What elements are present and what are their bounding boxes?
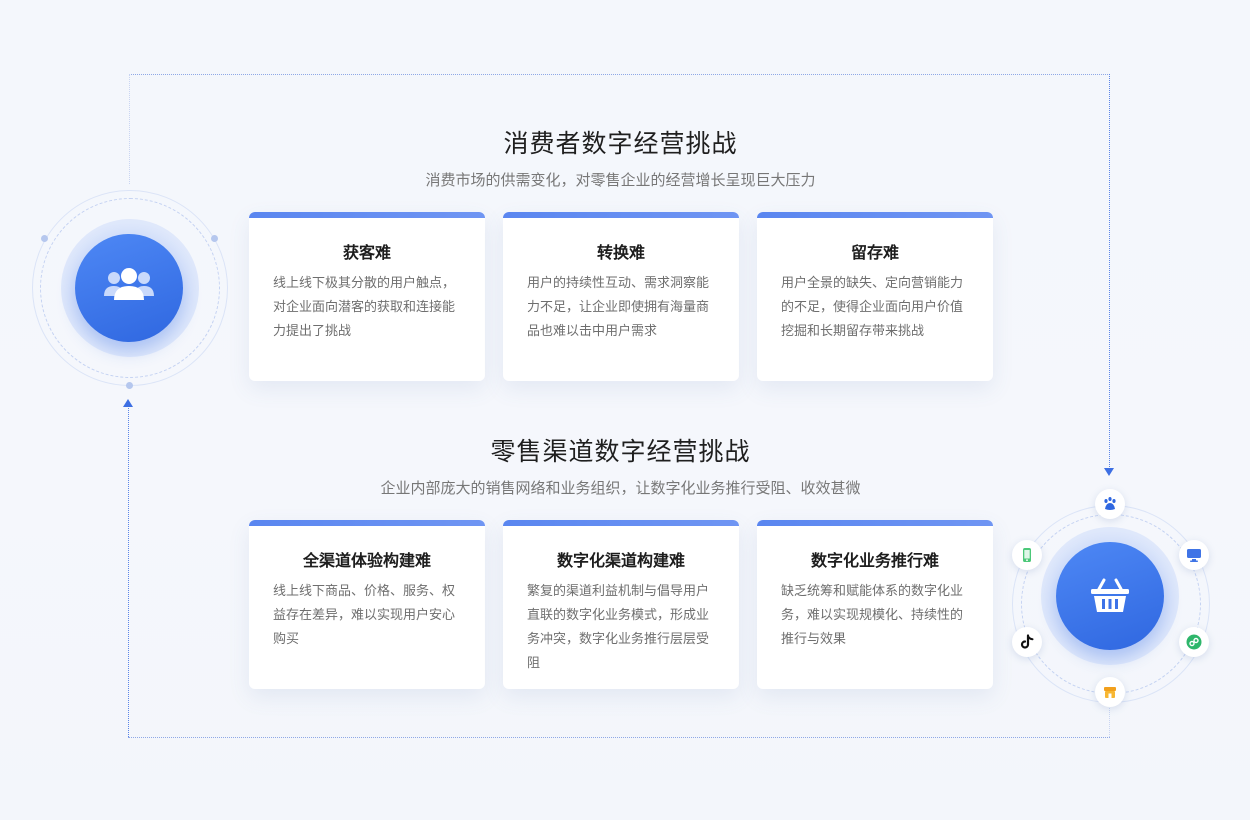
- ring-dot: [126, 382, 133, 389]
- satellite-phone: [1012, 540, 1042, 570]
- card-description: 线上线下商品、价格、服务、权益存在差异，难以实现用户安心购买: [273, 584, 456, 647]
- card-title: 转换难: [596, 243, 645, 262]
- store-icon: [1104, 687, 1116, 698]
- card-title: 留存难: [850, 243, 899, 262]
- card-description: 繁复的渠道利益机制与倡导用户直联的数字化业务模式，形成业务冲突，数字化业务推行层…: [527, 584, 710, 671]
- flow-line-bottom: [128, 737, 1110, 738]
- tiktok-icon: [1020, 634, 1034, 649]
- card-description: 线上线下极其分散的用户触点，对企业面向潜客的获取和连接能力提出了挑战: [273, 276, 456, 339]
- card-title: 全渠道体验构建难: [302, 551, 431, 570]
- hub-core: [1056, 542, 1164, 650]
- card-description: 用户的持续性互动、需求洞察能力不足，让企业即使拥有海量商品也难以击中用户需求: [527, 276, 710, 339]
- users-icon: [104, 268, 154, 300]
- challenge-card: 数字化渠道构建难 繁复的渠道利益机制与倡导用户直联的数字化业务模式，形成业务冲突…: [503, 520, 739, 689]
- challenge-card: 留存难 用户全景的缺失、定向营销能力的不足，使得企业面向用户价值挖掘和长期留存带…: [757, 212, 993, 381]
- section2-subtitle: 企业内部庞大的销售网络和业务组织，让数字化业务推行受阻、收效甚微: [380, 479, 861, 497]
- satellite-mini-program: [1179, 627, 1209, 657]
- satellite-baidu: [1095, 489, 1125, 519]
- card-description: 缺乏统筹和赋能体系的数字化业务，难以实现规模化、持续性的推行与效果: [781, 584, 964, 647]
- challenge-card: 获客难 线上线下极其分散的用户触点，对企业面向潜客的获取和连接能力提出了挑战: [249, 212, 485, 381]
- arrow-down-icon: [1104, 468, 1114, 476]
- hub-core: [75, 234, 183, 342]
- ring-dot: [211, 235, 218, 242]
- monitor-icon: [1187, 549, 1201, 562]
- section1-title: 消费者数字经营挑战: [503, 129, 738, 158]
- ring-dot: [41, 235, 48, 242]
- phone-icon: [1023, 548, 1031, 562]
- baidu-icon: [1104, 497, 1116, 510]
- section2-title: 零售渠道数字经营挑战: [490, 437, 751, 466]
- arrow-up-icon: [123, 399, 133, 407]
- challenge-card: 数字化业务推行难 缺乏统筹和赋能体系的数字化业务，难以实现规模化、持续性的推行与…: [757, 520, 993, 689]
- satellite-monitor: [1179, 540, 1209, 570]
- card-title: 数字化渠道构建难: [556, 551, 685, 570]
- challenge-card: 转换难 用户的持续性互动、需求洞察能力不足，让企业即使拥有海量商品也难以击中用户…: [503, 212, 739, 381]
- challenges-diagram: 消费者数字经营挑战 消费市场的供需变化，对零售企业的经营增长呈现巨大压力 获客难…: [0, 0, 1250, 820]
- card-title: 获客难: [342, 243, 391, 262]
- satellite-store: [1095, 677, 1125, 707]
- section1-subtitle: 消费市场的供需变化，对零售企业的经营增长呈现巨大压力: [425, 171, 816, 189]
- card-title: 数字化业务推行难: [810, 551, 939, 570]
- shopping-basket-icon: [1091, 578, 1129, 612]
- flow-line-top: [129, 74, 1110, 75]
- satellite-tiktok: [1012, 627, 1042, 657]
- card-description: 用户全景的缺失、定向营销能力的不足，使得企业面向用户价值挖掘和长期留存带来挑战: [781, 276, 964, 339]
- mini-program-icon: [1186, 634, 1202, 650]
- challenge-card: 全渠道体验构建难 线上线下商品、价格、服务、权益存在差异，难以实现用户安心购买: [249, 520, 485, 689]
